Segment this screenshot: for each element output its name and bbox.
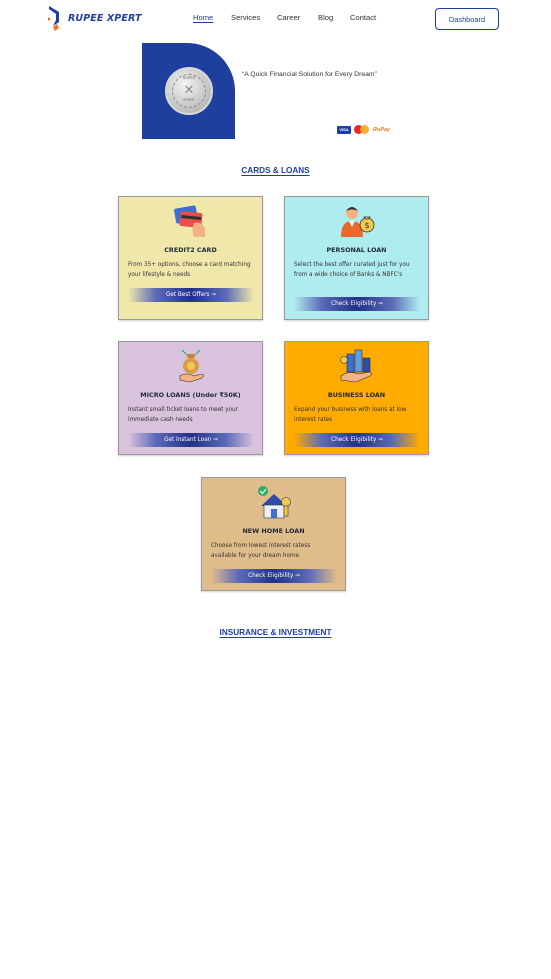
payment-logos: VISA RuPay [337,125,390,134]
card-title: MICRO LOANS (Under ₹50K) [140,391,241,399]
svg-text:$: $ [364,221,369,230]
credit-card-icon [173,205,205,237]
rupay-icon: RuPay [373,127,390,133]
badge-bottom-text: XPERT [183,98,195,102]
card-business-loan: BUSINESS LOAN Expand your business with … [284,341,429,455]
hero-tagline: “A Quick Financial Solution for Every Dr… [242,71,377,78]
card-title: PERSONAL LOAN [326,246,387,254]
person-money-bag-icon: $ [340,207,374,237]
nav-home[interactable]: Home [193,13,231,22]
card-personal-loan: $ PERSONAL LOAN Select the best offer cu… [284,196,429,320]
hero-banner: RUPEE ✕ XPERT “A Quick Financial Solutio… [142,43,404,139]
card-description: Expand your business with loans at low i… [294,407,407,423]
check-eligibility-button[interactable]: Check Eligibility ⇒ [211,569,337,583]
brand-logo[interactable]: RUPEE XPERT [47,5,142,31]
card-title: NEW HOME LOAN [242,527,305,535]
check-eligibility-button[interactable]: Check Eligibility ⇒ [294,433,420,447]
hand-buildings-icon [339,349,372,383]
mastercard-icon [354,125,370,134]
card-title: BUSINESS LOAN [327,391,386,399]
house-coin-icon [257,486,291,519]
brand-name: RUPEE XPERT [68,12,142,24]
section-title-cards-loans: CARDS & LOANS [241,166,310,175]
hand-money-bag-icon [179,349,204,383]
logo-mark-icon [48,6,59,31]
get-best-offers-button[interactable]: Get Best Offers ⇒ [128,288,254,302]
badge-x-icon: ✕ [183,82,195,97]
visa-icon: VISA [337,125,351,134]
check-eligibility-button[interactable]: Check Eligibility ⇒ [294,297,420,311]
card-description: From 35+ options, choose a card matching… [128,262,251,278]
section-title-insurance-investment: INSURANCE & INVESTMENT [219,628,332,637]
get-instant-loan-button[interactable]: Get Instant Loan ⇒ [128,433,254,447]
hero-badge: RUPEE ✕ XPERT [165,67,213,115]
card-description: Instant small ticket loans to meet your … [128,407,238,423]
card-description: Select the best offer curated just for y… [294,262,410,278]
nav-blog[interactable]: Blog [318,13,350,22]
navbar: RUPEE XPERT Home Services Career Blog Co… [0,0,551,40]
badge-top-text: RUPEE [182,76,196,80]
dashboard-button[interactable]: Dashboard [435,8,499,30]
rupay-label: RuPay [373,126,391,133]
card-description: Choose from lowest interest ratess avail… [211,543,311,559]
card-new-home-loan: NEW HOME LOAN Choose from lowest interes… [201,477,346,591]
main-menu: Home Services Career Blog Contact [193,13,376,22]
card-title: CREDIT2 CARD [164,246,217,254]
card-micro-loans: MICRO LOANS (Under ₹50K) Instant small t… [118,341,263,455]
nav-services[interactable]: Services [231,13,277,22]
card-credit-card: CREDIT2 CARD From 35+ options, choose a … [118,196,263,320]
nav-contact[interactable]: Contact [350,13,376,22]
nav-career[interactable]: Career [277,13,318,22]
